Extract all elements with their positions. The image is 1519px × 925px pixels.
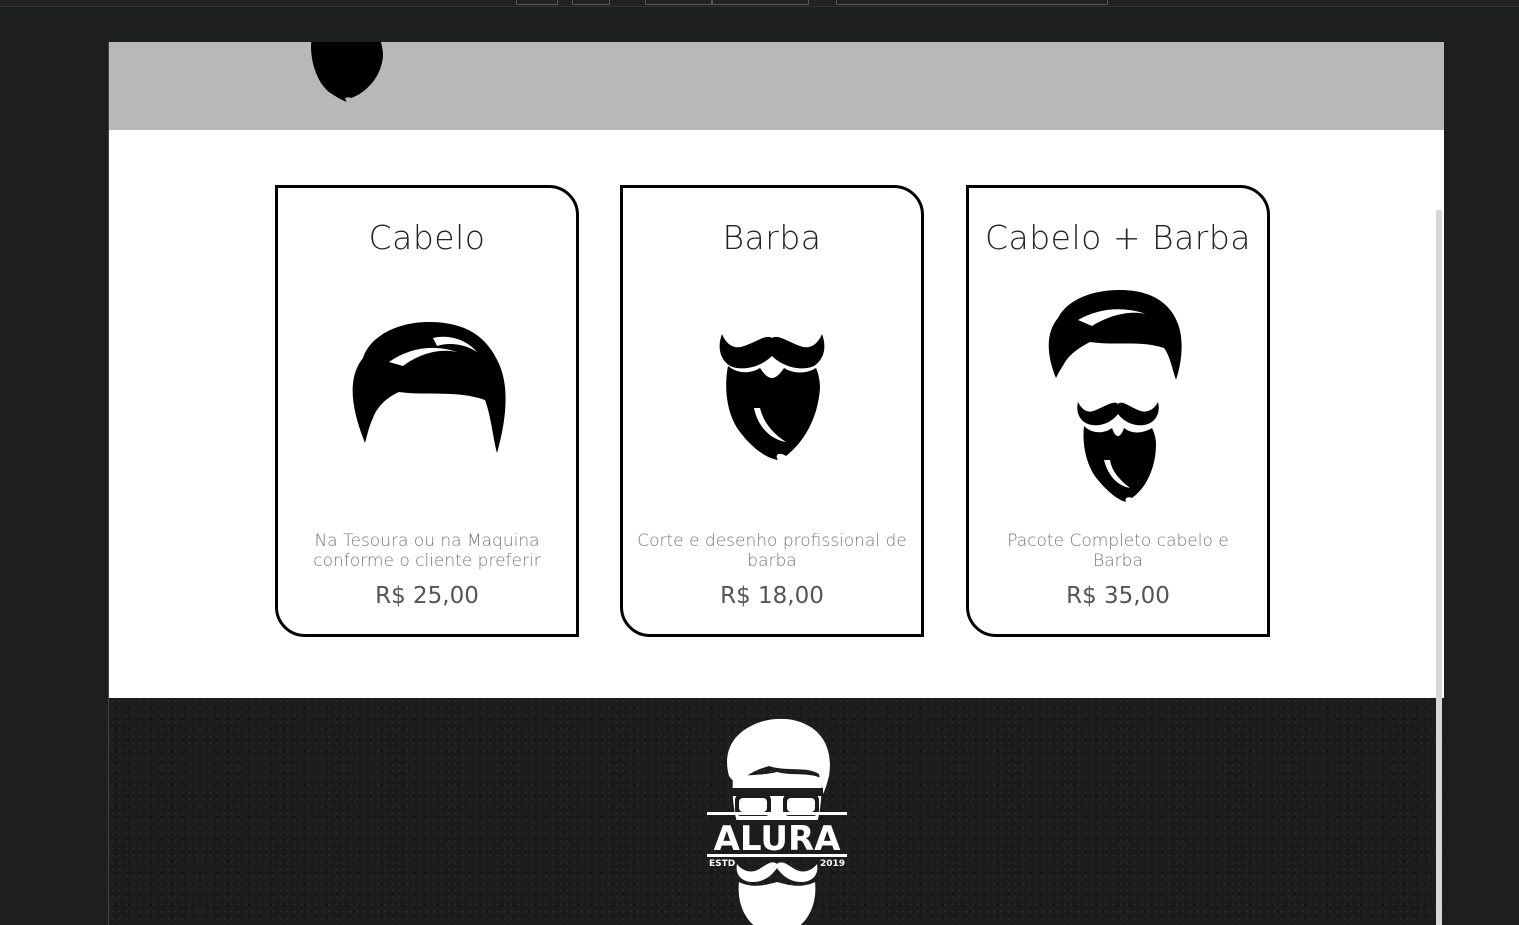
site-footer: ALURA ESTD 2019	[109, 698, 1444, 925]
service-description: Pacote Completo cabelo e Barba	[1007, 531, 1229, 571]
hair-icon	[352, 322, 506, 453]
service-title: Barba	[722, 218, 822, 257]
logo-estd: ESTD	[709, 859, 735, 869]
logo-name: ALURA	[714, 819, 842, 859]
service-price: R$ 18,00	[720, 583, 824, 609]
service-description: Na Tesoura ou na Maquina conforme o clie…	[313, 531, 541, 571]
services-section: Cabelo Na Tesoura ou na Maquina conforme…	[109, 130, 1444, 698]
service-title: Cabelo + Barba	[984, 218, 1252, 257]
browser-toolbar	[0, 0, 1519, 7]
service-description: Corte e desenho profissional de barba	[637, 531, 907, 571]
service-card-barba[interactable]: Barba Corte e desenho profissional de ba…	[620, 185, 924, 637]
barber-logo-icon[interactable]	[307, 42, 387, 108]
beard-icon	[719, 334, 825, 460]
service-card-cabelo[interactable]: Cabelo Na Tesoura ou na Maquina conforme…	[275, 185, 579, 637]
logo-year: 2019	[820, 859, 845, 869]
page-scrollbar[interactable]	[1436, 210, 1442, 925]
alura-barber-logo[interactable]: ALURA ESTD 2019	[707, 716, 847, 925]
service-card-cabelo-barba[interactable]: Cabelo + Barba Pacote Completo cabelo e …	[966, 185, 1270, 637]
page-viewport: Cabelo Na Tesoura ou na Maquina conforme…	[108, 42, 1444, 925]
service-price: R$ 35,00	[1066, 583, 1170, 609]
service-price: R$ 25,00	[375, 583, 479, 609]
site-header	[109, 42, 1444, 130]
hair-and-beard-icon	[1048, 290, 1182, 502]
service-title: Cabelo	[368, 218, 486, 257]
